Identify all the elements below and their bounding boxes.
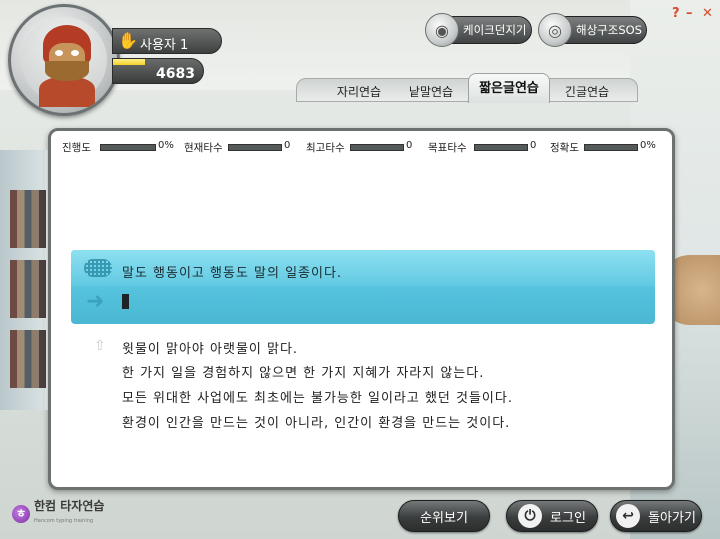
tab-long-text[interactable]: 긴글연습 — [554, 82, 620, 102]
ranking-label: 순위보기 — [420, 510, 468, 526]
avatar-frame — [21, 17, 107, 107]
max-speed-value: 0 — [406, 140, 413, 151]
goal-speed-bar — [474, 144, 528, 151]
bookshelf-row — [10, 190, 46, 248]
sea-rescue-game-button[interactable]: ◎ 해상구조SOS — [538, 13, 647, 47]
typing-input[interactable] — [118, 290, 638, 312]
back-button[interactable]: ↩ 돌아가기 — [610, 500, 702, 532]
goal-speed-label: 목표타수 — [428, 142, 467, 154]
login-button[interactable]: ⏻ 로그인 — [506, 500, 598, 532]
cake-icon: ◉ — [425, 13, 459, 47]
cake-game-label: 케이크던지기 — [463, 23, 527, 37]
goal-speed-value: 0 — [530, 140, 537, 151]
minimize-icon[interactable]: – — [686, 6, 693, 21]
user-score: 4683 — [156, 66, 195, 82]
back-arrow-icon: ↩ — [616, 504, 641, 528]
sea-rescue-label: 해상구조SOS — [576, 23, 642, 37]
upcoming-sentence: 모든 위대한 사업에도 최초에는 불가능한 일이라고 했던 것들이다. — [122, 391, 513, 406]
current-speed-bar — [228, 144, 282, 151]
character-eye — [71, 50, 79, 56]
progress-label: 진행도 — [62, 142, 91, 154]
character-beard — [45, 61, 89, 81]
character-eye — [55, 50, 63, 56]
brand-text: 한컴 타자연습 Hancom typing training — [34, 500, 104, 527]
hancom-logo-icon: ㅎ — [12, 504, 30, 523]
max-speed-label: 최고타수 — [306, 142, 345, 154]
character-body — [39, 77, 95, 107]
bookshelf-row — [10, 260, 46, 318]
max-speed-bar — [350, 144, 404, 151]
user-avatar[interactable] — [8, 4, 120, 116]
back-label: 돌아가기 — [648, 510, 696, 526]
cake-game-button[interactable]: ◉ 케이크던지기 — [425, 13, 532, 47]
progress-value: 0% — [158, 140, 174, 151]
tab-key-position[interactable]: 자리연습 — [326, 82, 392, 102]
accuracy-value: 0% — [640, 140, 656, 151]
login-label: 로그인 — [550, 510, 586, 526]
upcoming-sentence: 윗물이 맑아야 아랫물이 맑다. — [122, 342, 299, 357]
current-speed-label: 현재타수 — [184, 142, 223, 154]
lifebuoy-icon: ◎ — [538, 13, 572, 47]
help-icon[interactable]: ? — [672, 6, 680, 21]
user-name: 사용자 1 — [140, 38, 189, 53]
progress-bar — [100, 144, 156, 151]
speech-bubble-icon — [84, 259, 112, 277]
close-icon[interactable]: ✕ — [702, 6, 713, 21]
accuracy-label: 정확도 — [550, 142, 579, 154]
power-icon: ⏻ — [518, 504, 543, 528]
brand-name: 한컴 타자연습 — [34, 499, 105, 513]
level-progress-bar — [113, 59, 145, 65]
bookshelf-row — [10, 330, 46, 388]
hand-icon: ✋ — [118, 31, 138, 50]
tab-word[interactable]: 낱말연습 — [398, 82, 464, 102]
tab-short-sentence[interactable]: 짧은글연습 — [468, 73, 550, 103]
upcoming-sentence: 한 가지 일을 경험하지 않으면 한 가지 지혜가 자라지 않는다. — [122, 366, 485, 381]
accuracy-bar — [584, 144, 638, 151]
up-arrow-icon: ⇧ — [94, 338, 106, 354]
target-sentence: 말도 행동이고 행동도 말의 일종이다. — [122, 266, 343, 281]
input-arrow-icon: ➜ — [86, 289, 105, 314]
ranking-button[interactable]: 순위보기 — [398, 500, 490, 532]
background-bookshelf — [0, 150, 48, 410]
brand-logo-block: ㅎ 한컴 타자연습 Hancom typing training — [12, 500, 104, 527]
score-pill: 4683 — [112, 58, 204, 84]
brand-subtitle: Hancom typing training — [34, 518, 94, 524]
current-speed-value: 0 — [284, 140, 291, 151]
upcoming-sentence: 환경이 인간을 만드는 것이 아니라, 인간이 환경을 만드는 것이다. — [122, 416, 511, 431]
